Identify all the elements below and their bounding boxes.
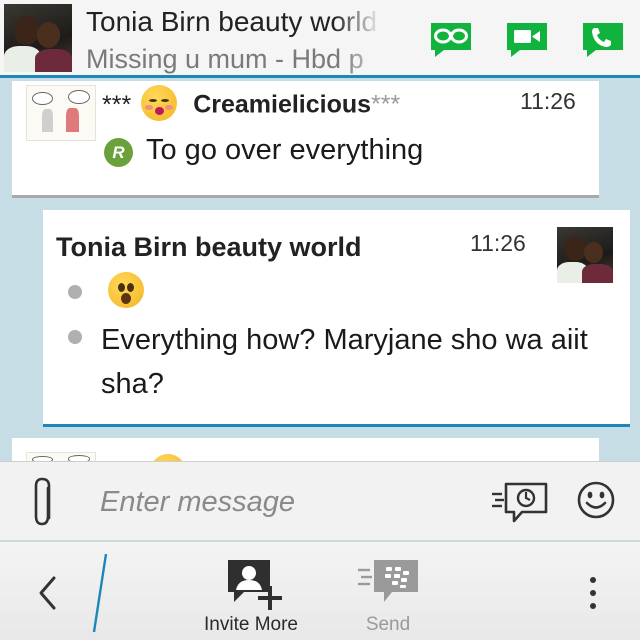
message-time: 11:26	[520, 88, 576, 114]
back-chevron-icon[interactable]	[30, 570, 64, 616]
add-contact-icon	[228, 560, 282, 610]
overflow-menu-icon[interactable]	[578, 572, 608, 618]
paperclip-icon[interactable]	[28, 474, 58, 528]
voice-call-button[interactable]	[580, 20, 626, 58]
phone-icon	[583, 23, 623, 57]
message-text: Everything how? Maryjane sho wa aiit sha…	[101, 324, 588, 400]
message-emoji	[108, 272, 144, 308]
message-sender: *** Creamielicious***	[102, 85, 401, 124]
contact-name[interactable]: Tonia Birn beauty world	[86, 6, 381, 38]
sender-name-suffix: ***	[371, 90, 401, 119]
message-sender: Tonia Birn beauty world	[56, 232, 362, 262]
invite-more-label: Invite More	[204, 614, 298, 635]
bbm-send-icon	[358, 560, 418, 602]
shocked-emoji-icon	[108, 272, 144, 308]
message-input[interactable]	[100, 478, 470, 526]
send-button[interactable]: Send	[340, 556, 436, 640]
contact-avatar[interactable]	[4, 4, 72, 72]
message-bullet-icon	[68, 330, 82, 344]
emoticon-icon[interactable]	[576, 480, 616, 520]
kiss-emoji-icon	[141, 85, 178, 121]
sender-name: Creamielicious	[193, 90, 372, 119]
glympse-button[interactable]	[428, 20, 474, 58]
video-call-button[interactable]	[504, 20, 550, 58]
invite-more-button[interactable]: Invite More	[186, 556, 316, 640]
message-time: 11:26	[470, 230, 526, 256]
message-text: To go over everything	[146, 134, 424, 166]
sender-avatar[interactable]	[26, 85, 96, 141]
sender-name-prefix: ***	[102, 90, 132, 119]
video-call-icon	[507, 23, 547, 57]
timed-message-icon[interactable]	[490, 480, 550, 524]
sender-avatar[interactable]	[557, 227, 613, 283]
contact-status-message: Missing u mum - Hbd p	[86, 44, 364, 74]
message-bullet-icon	[68, 285, 82, 299]
mask-glasses-icon	[431, 23, 471, 57]
read-status-badge: R	[104, 138, 133, 167]
separator-slash	[92, 553, 108, 633]
send-label: Send	[365, 614, 411, 635]
chat-header: Tonia Birn beauty world Missing u mum - …	[0, 0, 640, 78]
